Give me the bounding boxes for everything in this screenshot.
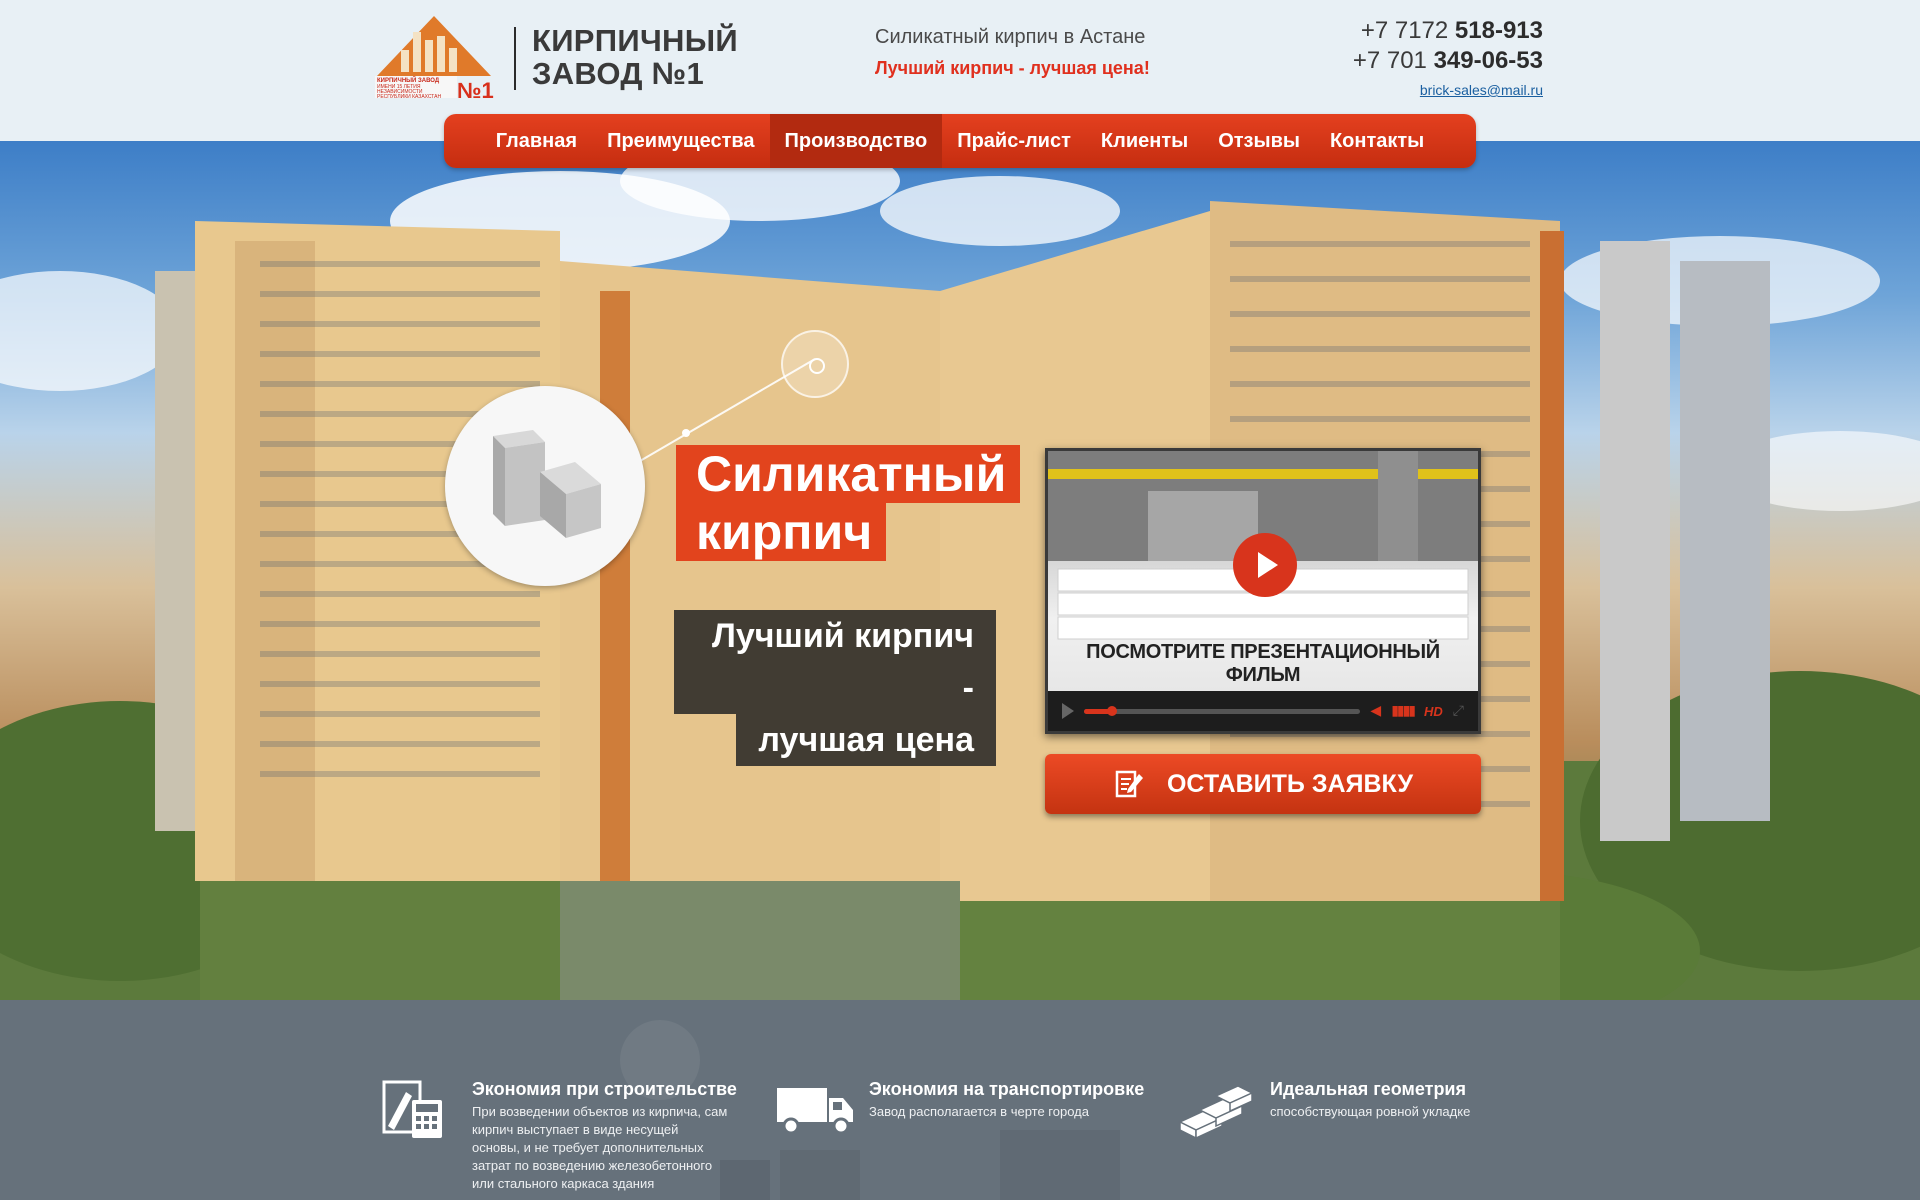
feature-3-text: способствующая ровной укладке (1270, 1104, 1471, 1119)
hero-subtitle: Лучший кирпич - лучшая цена (674, 610, 996, 766)
hero-title-line-2: кирпич (676, 503, 887, 561)
email-link[interactable]: brick-sales@mail.ru (1353, 82, 1543, 98)
hd-toggle[interactable]: HD (1424, 704, 1443, 719)
video-caption: ПОСМОТРИТЕ ПРЕЗЕНТАЦИОННЫЙ ФИЛЬМ (1086, 641, 1440, 686)
feature-1-text: При возведении объектов из кирпича, сам … (472, 1103, 737, 1193)
feature-ideal-geometry: Идеальная геометрия способствующая ровно… (1176, 1078, 1470, 1142)
feature-1-text-line: кирпич выступает в виде несущей (472, 1122, 679, 1137)
video-progress-bar[interactable] (1084, 705, 1361, 716)
brick-icon (493, 430, 601, 538)
feature-2-text: Завод располагается в черте города (869, 1104, 1089, 1119)
video-progress-knob[interactable] (1106, 705, 1117, 716)
feature-1-text-line: основы, и не требует дополнительных (472, 1140, 704, 1155)
order-request-button[interactable]: ОСТАВИТЬ ЗАЯВКУ (1045, 754, 1481, 814)
phone-1-code: +7 7172 (1360, 17, 1449, 44)
site-tagline: Силикатный кирпич в Астане (875, 26, 1146, 48)
edit-document-icon (1115, 770, 1143, 798)
logo-caption-1: КИРПИЧНЫЙ ЗАВОД (377, 76, 440, 84)
features-section: Экономия при строительстве При возведени… (0, 1000, 1920, 1200)
nav-item-contacts[interactable]: Контакты (1315, 114, 1439, 168)
site-slogan: Лучший кирпич - лучшая цена! (875, 58, 1150, 78)
nav-item-home[interactable]: Главная (481, 114, 592, 168)
feature-3-title: Идеальная геометрия (1270, 1079, 1467, 1099)
phone-1[interactable]: +7 7172 518-913 (1353, 16, 1543, 46)
presentation-video-player[interactable]: ПОСМОТРИТЕ ПРЕЗЕНТАЦИОННЫЙ ФИЛЬМ ◀ ▮▮▮▮ … (1045, 448, 1481, 734)
feature-1-text-line: При возведении объектов из кирпича, сам (472, 1104, 728, 1119)
contacts-block: +7 7172 518-913 +7 701 349-06-53 brick-s… (1353, 16, 1543, 98)
nav-item-reviews[interactable]: Отзывы (1203, 114, 1315, 168)
video-thumbnail[interactable]: ПОСМОТРИТЕ ПРЕЗЕНТАЦИОННЫЙ ФИЛЬМ (1048, 451, 1478, 691)
phone-1-number: 518-913 (1454, 17, 1543, 44)
calculator-document-icon (382, 1080, 442, 1138)
nav-item-production[interactable]: Производство (769, 114, 943, 168)
logo-caption-4: РЕСПУБЛИКИ КАЗАХСТАН (377, 94, 441, 100)
feature-3-body: Идеальная геометрия способствующая ровно… (1270, 1078, 1470, 1142)
magnifier-lens-icon (781, 330, 849, 398)
hero-subtitle-line-2: лучшая цена (736, 714, 996, 766)
feature-2-title: Экономия на транспортировке (869, 1079, 1145, 1099)
factory-logo[interactable]: КИРПИЧНЫЙ ЗАВОД ИМЕНИ 15 ЛЕТИЯ НЕЗАВИСИМ… (373, 14, 495, 103)
fullscreen-icon[interactable]: ⤢ (1453, 703, 1464, 719)
hero-subtitle-line-1: Лучший кирпич - (674, 610, 996, 714)
volume-icon[interactable]: ◀ (1370, 703, 1381, 719)
main-nav: Главная Преимущества Производство Прайс-… (444, 114, 1476, 168)
feature-1-title: Экономия при строительстве (472, 1079, 737, 1099)
nav-item-advantages[interactable]: Преимущества (592, 114, 769, 168)
order-button-label: ОСТАВИТЬ ЗАЯВКУ (1166, 769, 1413, 798)
silicate-brick-image (445, 386, 645, 586)
hero-connector-line (639, 358, 816, 462)
feature-1-text-line: или стального каркаса здания (472, 1176, 655, 1191)
hero-section: Силикатный кирпич Лучший кирпич - лучшая… (0, 141, 1920, 1000)
truck-icon (777, 1088, 853, 1135)
brand-line-1: КИРПИЧНЫЙ (532, 23, 738, 58)
nav-item-price-list[interactable]: Прайс-лист (942, 114, 1086, 168)
logo-number: №1 (457, 78, 494, 100)
phone-2-number: 349-06-53 (1433, 47, 1543, 74)
video-play-button[interactable] (1233, 533, 1297, 597)
feature-1-text-line: затрат по возведению железобетонного (472, 1158, 713, 1173)
feature-2-body: Экономия на транспортировке Завод распол… (869, 1078, 1144, 1142)
brand-name: КИРПИЧНЫЙ ЗАВОД №1 (532, 24, 738, 90)
logo-divider (514, 27, 516, 90)
bricks-icon (1178, 1085, 1254, 1140)
feature-construction-savings: Экономия при строительстве При возведени… (378, 1078, 737, 1193)
volume-level-icon[interactable]: ▮▮▮▮ (1391, 703, 1416, 719)
hero-title-line-1: Силикатный (676, 445, 1021, 503)
feature-1-body: Экономия при строительстве При возведени… (472, 1078, 737, 1193)
phone-2[interactable]: +7 701 349-06-53 (1353, 46, 1543, 76)
video-controls: ◀ ▮▮▮▮ HD ⤢ (1048, 691, 1478, 731)
brand-line-2: ЗАВОД №1 (532, 56, 705, 91)
feature-transport-savings: Экономия на транспортировке Завод распол… (775, 1078, 1144, 1142)
phone-2-code: +7 701 (1352, 47, 1427, 74)
play-control-icon[interactable] (1062, 703, 1074, 719)
hero-title: Силикатный кирпич (676, 445, 1021, 561)
nav-item-clients[interactable]: Клиенты (1086, 114, 1203, 168)
